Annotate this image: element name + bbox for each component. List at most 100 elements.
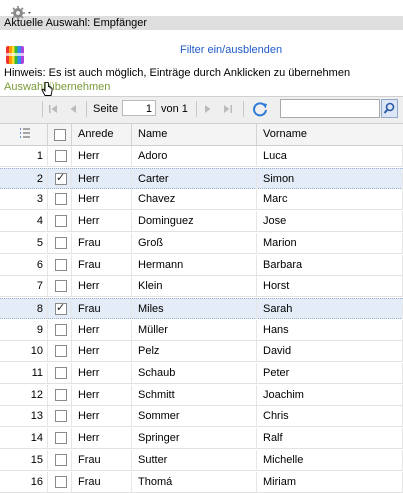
- cell-name: Springer: [132, 428, 257, 449]
- cell-anrede: Herr: [72, 146, 132, 166]
- table-row[interactable]: 14 Herr Springer Ralf: [0, 428, 403, 450]
- row-number: 14: [0, 428, 48, 449]
- grid-header: Anrede Name Vorname: [0, 124, 403, 146]
- previous-page-icon[interactable]: [67, 100, 79, 118]
- row-checkbox[interactable]: [55, 345, 67, 358]
- row-number: 2: [0, 168, 48, 189]
- table-row[interactable]: 16 Frau Thomá Miriam: [0, 471, 403, 493]
- table-row[interactable]: 3 Herr Chavez Marc: [0, 189, 403, 211]
- cell-name: Schaub: [132, 363, 257, 383]
- page-label: Seite: [93, 103, 119, 115]
- row-number: 3: [0, 189, 48, 210]
- page-count-label: von 1: [161, 103, 188, 115]
- table-row[interactable]: 8 Frau Miles Sarah: [0, 297, 403, 319]
- cell-vorname: Luca: [257, 146, 403, 166]
- cell-anrede: Herr: [72, 428, 132, 449]
- table-row[interactable]: 5 Frau Groß Marion: [0, 232, 403, 254]
- table-row[interactable]: 4 Herr Dominguez Jose: [0, 211, 403, 233]
- cell-vorname: Horst: [257, 276, 403, 297]
- row-checkbox[interactable]: [55, 475, 67, 488]
- cell-vorname: Joachim: [257, 384, 403, 405]
- table-row[interactable]: 6 Frau Hermann Barbara: [0, 254, 403, 276]
- cell-anrede: Herr: [72, 319, 132, 340]
- row-checkbox[interactable]: [55, 388, 67, 401]
- row-checkbox[interactable]: [55, 323, 67, 336]
- column-header-vorname[interactable]: Vorname: [257, 124, 403, 145]
- cell-vorname: Miriam: [257, 471, 403, 492]
- cell-name: Miles: [132, 298, 257, 319]
- cell-vorname: Ralf: [257, 428, 403, 449]
- cell-name: Dominguez: [132, 211, 257, 232]
- row-checkbox[interactable]: [55, 301, 67, 315]
- next-page-icon[interactable]: [202, 100, 214, 118]
- last-page-icon[interactable]: [222, 100, 234, 118]
- cell-anrede: Frau: [72, 449, 132, 470]
- cell-name: Sutter: [132, 449, 257, 470]
- cell-anrede: Frau: [72, 471, 132, 492]
- cell-name: Sommer: [132, 406, 257, 427]
- cell-anrede: Frau: [72, 254, 132, 275]
- row-number: 6: [0, 254, 48, 275]
- page-number-input[interactable]: 1: [122, 100, 156, 116]
- cell-name: Carter: [132, 168, 257, 189]
- cell-anrede: Herr: [72, 168, 132, 189]
- cell-vorname: Barbara: [257, 254, 403, 275]
- row-checkbox[interactable]: [55, 215, 67, 228]
- cell-anrede: Herr: [72, 341, 132, 362]
- table-row[interactable]: 9 Herr Müller Hans: [0, 319, 403, 341]
- filter-toggle-link[interactable]: Filter ein/ausblenden: [180, 44, 282, 56]
- row-number: 12: [0, 384, 48, 405]
- column-header-name[interactable]: Name: [132, 124, 257, 145]
- row-number: 9: [0, 319, 48, 340]
- table-row[interactable]: 13 Herr Sommer Chris: [0, 406, 403, 428]
- cell-name: Schmitt: [132, 384, 257, 405]
- row-checkbox[interactable]: [55, 453, 67, 466]
- cell-name: Klein: [132, 276, 257, 297]
- cell-name: Groß: [132, 232, 257, 253]
- cell-vorname: Chris: [257, 406, 403, 427]
- row-checkbox[interactable]: [55, 280, 67, 293]
- cell-vorname: Marc: [257, 189, 403, 210]
- row-checkbox[interactable]: [55, 410, 67, 423]
- row-checkbox[interactable]: [55, 193, 67, 206]
- cell-name: Hermann: [132, 254, 257, 275]
- row-checkbox[interactable]: [55, 236, 67, 249]
- selection-title-bar: Aktuelle Auswahl: Empfänger: [0, 16, 403, 30]
- row-number: 16: [0, 471, 48, 492]
- cell-vorname: Michelle: [257, 449, 403, 470]
- table-row[interactable]: 11 Herr Schaub Peter: [0, 363, 403, 384]
- row-checkbox[interactable]: [55, 171, 67, 185]
- first-page-icon[interactable]: [47, 100, 59, 118]
- search-input[interactable]: [280, 99, 380, 118]
- column-header-anrede[interactable]: Anrede: [72, 124, 132, 145]
- cell-vorname: Marion: [257, 232, 403, 253]
- cell-vorname: Peter: [257, 363, 403, 383]
- settings-gear-icon[interactable]: [10, 4, 34, 22]
- row-checkbox[interactable]: [55, 258, 67, 271]
- row-checkbox[interactable]: [55, 432, 67, 445]
- divider: [86, 101, 87, 117]
- row-number: 10: [0, 341, 48, 362]
- table-row[interactable]: 7 Herr Klein Horst: [0, 276, 403, 298]
- row-number: 8: [0, 298, 48, 319]
- table-row[interactable]: 1 Herr Adoro Luca: [0, 146, 403, 167]
- cell-anrede: Herr: [72, 189, 132, 210]
- cell-name: Pelz: [132, 341, 257, 362]
- table-row[interactable]: 2 Herr Carter Simon: [0, 167, 403, 189]
- select-all-checkbox[interactable]: [54, 129, 66, 141]
- row-checkbox[interactable]: [55, 150, 67, 162]
- row-number-header[interactable]: [0, 124, 48, 145]
- palette-icon[interactable]: [6, 46, 24, 64]
- cell-name: Chavez: [132, 189, 257, 210]
- cell-vorname: David: [257, 341, 403, 362]
- apply-selection-link[interactable]: Auswahl übernehmen: [4, 81, 110, 93]
- row-number: 13: [0, 406, 48, 427]
- hint-text: Hinweis: Es ist auch möglich, Einträge d…: [4, 67, 351, 79]
- table-row[interactable]: 12 Herr Schmitt Joachim: [0, 384, 403, 406]
- refresh-icon[interactable]: [251, 100, 269, 118]
- row-number: 1: [0, 146, 48, 166]
- search-icon[interactable]: [381, 99, 398, 118]
- table-row[interactable]: 15 Frau Sutter Michelle: [0, 449, 403, 471]
- table-row[interactable]: 10 Herr Pelz David: [0, 341, 403, 363]
- row-checkbox[interactable]: [55, 367, 67, 379]
